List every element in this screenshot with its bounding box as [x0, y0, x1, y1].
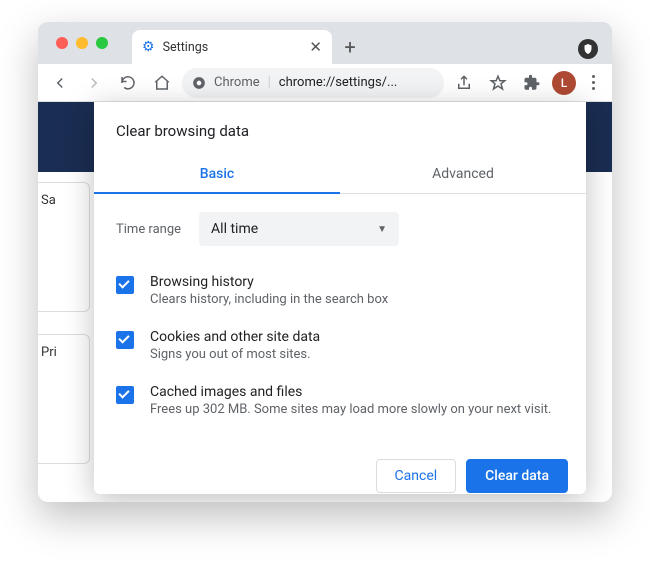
home-button[interactable]: [148, 69, 176, 97]
incognito-icon[interactable]: [578, 39, 598, 59]
chrome-icon: [192, 76, 206, 90]
omnibox[interactable]: Chrome | chrome://settings/...: [182, 68, 444, 98]
overflow-menu-button[interactable]: [582, 69, 604, 97]
avatar-initial: L: [561, 76, 567, 90]
tab-basic[interactable]: Basic: [94, 156, 340, 194]
traffic-lights: [56, 37, 108, 49]
dialog-tabs: Basic Advanced: [94, 156, 586, 194]
browser-window: ⚙ Settings ✕ + Chrome | chrome://setting…: [38, 22, 612, 502]
close-tab-icon[interactable]: ✕: [309, 38, 322, 56]
separator: |: [268, 75, 271, 90]
option-desc: Signs you out of most sites.: [150, 347, 320, 364]
share-button[interactable]: [450, 69, 478, 97]
gear-icon: ⚙: [142, 39, 155, 55]
time-range-select[interactable]: All time ▼: [199, 212, 399, 246]
option-cookies: Cookies and other site data Signs you ou…: [116, 319, 564, 374]
checkbox[interactable]: [116, 276, 134, 294]
titlebar: ⚙ Settings ✕ +: [38, 22, 612, 64]
checkbox[interactable]: [116, 331, 134, 349]
fullscreen-window-button[interactable]: [96, 37, 108, 49]
browser-tab[interactable]: ⚙ Settings ✕: [132, 30, 332, 64]
omnibox-path: chrome://settings/...: [279, 75, 398, 90]
option-heading: Cookies and other site data: [150, 329, 320, 345]
minimize-window-button[interactable]: [76, 37, 88, 49]
dialog-title: Clear browsing data: [94, 102, 586, 156]
omnibox-host: Chrome: [214, 75, 260, 90]
tab-title: Settings: [163, 40, 209, 55]
bg-card: Pri: [38, 334, 90, 464]
caret-down-icon: ▼: [377, 224, 387, 235]
option-browsing-history: Browsing history Clears history, includi…: [116, 264, 564, 319]
profile-avatar[interactable]: L: [552, 71, 576, 95]
bookmark-button[interactable]: [484, 69, 512, 97]
dialog-body: Time range All time ▼ Browsing history C…: [94, 194, 586, 447]
page-content: Sa Pri Clear browsing data Basic Advance…: [38, 102, 612, 502]
checkbox[interactable]: [116, 386, 134, 404]
time-range-label: Time range: [116, 222, 181, 237]
option-heading: Browsing history: [150, 274, 388, 290]
tab-advanced[interactable]: Advanced: [340, 156, 586, 193]
reload-button[interactable]: [114, 69, 142, 97]
toolbar: Chrome | chrome://settings/... L: [38, 64, 612, 102]
clear-browsing-data-dialog: Clear browsing data Basic Advanced Time …: [94, 102, 586, 494]
close-window-button[interactable]: [56, 37, 68, 49]
option-desc: Clears history, including in the search …: [150, 292, 388, 309]
new-tab-button[interactable]: +: [336, 33, 364, 61]
option-desc: Frees up 302 MB. Some sites may load mor…: [150, 402, 551, 419]
forward-button[interactable]: [80, 69, 108, 97]
time-range-row: Time range All time ▼: [116, 212, 564, 246]
option-cache: Cached images and files Frees up 302 MB.…: [116, 374, 564, 429]
bg-card: Sa: [38, 182, 90, 312]
cancel-button[interactable]: Cancel: [376, 459, 457, 493]
clear-data-button[interactable]: Clear data: [466, 459, 568, 493]
back-button[interactable]: [46, 69, 74, 97]
dialog-footer: Cancel Clear data: [94, 447, 586, 502]
option-heading: Cached images and files: [150, 384, 551, 400]
time-range-value: All time: [211, 221, 258, 237]
extensions-button[interactable]: [518, 69, 546, 97]
